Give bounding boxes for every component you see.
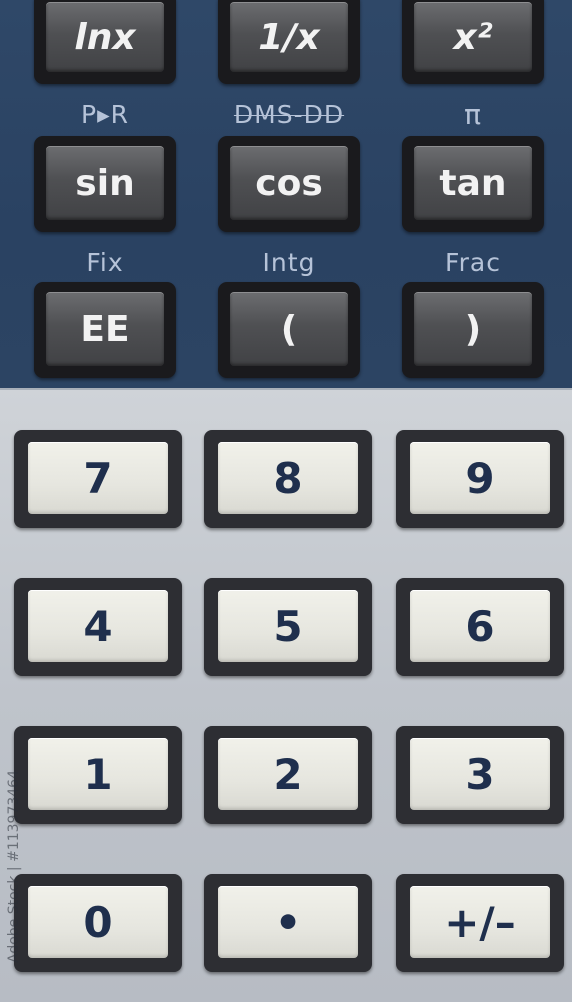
digit-6-key[interactable]: 6	[396, 578, 564, 676]
tan-key[interactable]: tan	[402, 136, 544, 232]
close-paren-key-label: )	[414, 292, 532, 366]
digit-5-key[interactable]: 5	[204, 578, 372, 676]
sin-key-label: sin	[46, 146, 164, 220]
digit-4-key[interactable]: 4	[14, 578, 182, 676]
shift-label-fix: Fix	[86, 248, 124, 277]
cos-key-label: cos	[230, 146, 348, 220]
close-paren-key[interactable]: )	[402, 282, 544, 378]
digit-0-label: 0	[28, 886, 168, 958]
digit-0-key[interactable]: 0	[14, 874, 182, 972]
digit-2-label: 2	[218, 738, 358, 810]
sign-change-key[interactable]: +/–	[396, 874, 564, 972]
sin-key[interactable]: sin	[34, 136, 176, 232]
tan-key-label: tan	[414, 146, 532, 220]
ln-key[interactable]: lnx	[34, 0, 176, 84]
shift-label-pi: π	[464, 98, 482, 131]
digit-2-key[interactable]: 2	[204, 726, 372, 824]
shift-label-intg: Intg	[262, 248, 316, 277]
ee-key[interactable]: EE	[34, 282, 176, 378]
stock-watermark: Adobe Stock | #113973464	[6, 770, 22, 963]
digit-5-label: 5	[218, 590, 358, 662]
open-paren-key[interactable]: (	[218, 282, 360, 378]
digit-8-key[interactable]: 8	[204, 430, 372, 528]
reciprocal-key-label: 1/x	[230, 2, 348, 72]
shift-label-dms-dd: DMS-DD	[233, 100, 345, 129]
decimal-point-key[interactable]: •	[204, 874, 372, 972]
square-key[interactable]: x²	[402, 0, 544, 84]
digit-7-key[interactable]: 7	[14, 430, 182, 528]
shift-label-frac: Frac	[445, 248, 501, 277]
reciprocal-key[interactable]: 1/x	[218, 0, 360, 84]
digit-8-label: 8	[218, 442, 358, 514]
square-key-label: x²	[414, 2, 532, 72]
cos-key[interactable]: cos	[218, 136, 360, 232]
digit-3-key[interactable]: 3	[396, 726, 564, 824]
digit-3-label: 3	[410, 738, 550, 810]
digit-9-label: 9	[410, 442, 550, 514]
digit-4-label: 4	[28, 590, 168, 662]
digit-7-label: 7	[28, 442, 168, 514]
open-paren-key-label: (	[230, 292, 348, 366]
digit-1-key[interactable]: 1	[14, 726, 182, 824]
decimal-point-label: •	[218, 886, 358, 958]
ee-key-label: EE	[46, 292, 164, 366]
sign-change-label: +/–	[410, 886, 550, 958]
shift-label-polar-rect: P▸R	[81, 100, 129, 129]
digit-9-key[interactable]: 9	[396, 430, 564, 528]
ln-key-label: lnx	[46, 2, 164, 72]
digit-6-label: 6	[410, 590, 550, 662]
digit-1-label: 1	[28, 738, 168, 810]
